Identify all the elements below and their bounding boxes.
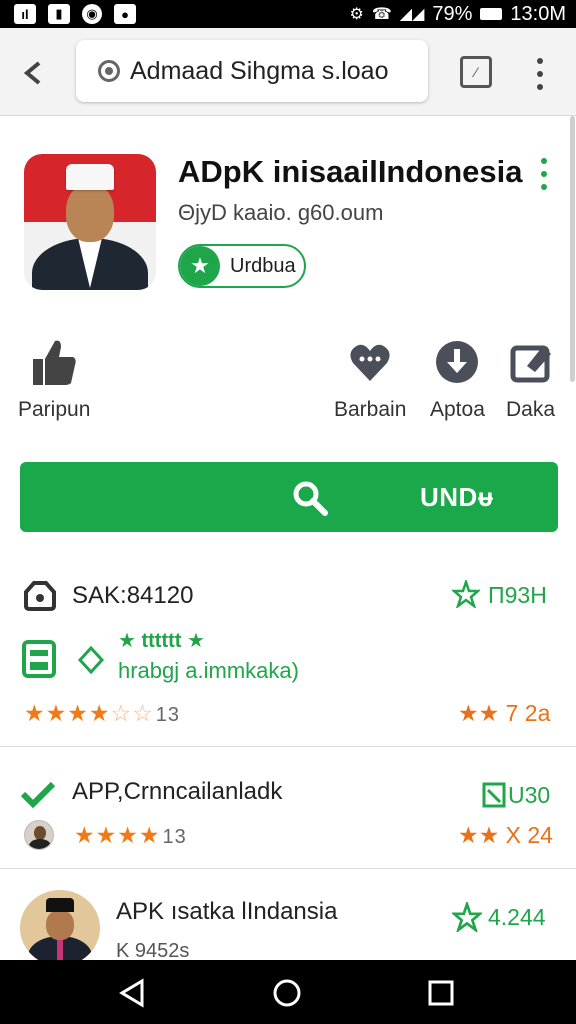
action-wishlist[interactable]: Barbain [334,334,406,422]
chart-icon: ıl [14,4,36,24]
action-download[interactable]: Aptoa [430,334,485,422]
rating-count: 13 [155,704,180,726]
action-share[interactable]: Daka [506,334,555,422]
editor-badge[interactable]: ★ Urdbua [178,244,306,288]
star-icon: ★ [180,246,220,286]
divider [0,746,576,747]
heart-chat-icon [347,334,393,390]
open-box-icon [482,782,506,808]
app-icon [24,154,156,290]
install-button-label: UNDᵾ [420,482,494,512]
action-like[interactable]: Paripun [18,334,90,422]
list-item-meta: U30 [508,782,551,808]
sync-icon: ◉ [82,4,102,24]
search-icon [293,481,328,516]
app-title: ADpK inisaailIndonesia [178,154,523,189]
system-nav-bar [0,960,576,1024]
divider [0,868,576,869]
recents-square-icon[interactable] [426,978,456,1008]
action-wishlist-label: Barbain [334,398,407,421]
chevron-left-icon [23,61,41,85]
app-developer: ΘjyD kaaio. g60.oum [178,200,384,225]
share-icon [509,334,553,390]
scrollbar[interactable] [570,116,575,382]
list-item-title: SAK:84120 [72,582,194,609]
app-store-icon [22,640,56,678]
shield-icon [24,581,56,611]
diamond-icon [78,646,104,674]
checkmark-icon [20,781,56,809]
star-outline-icon [452,902,482,932]
list-item-subtitle: hrabgj a.immkaka) [118,658,299,683]
list-item-rating-stars: ★ tttttt ★ [118,630,205,652]
avatar [24,820,54,850]
back-triangle-icon[interactable] [118,978,148,1008]
action-share-label: Daka [506,398,556,421]
status-bar: ıl ▮ ◉ ● ⚙ ☎ ◢◢ 79% 13:0M [0,0,576,28]
list-item-right-rating: ★★ X 24 [458,822,553,848]
avatar [20,890,100,966]
rating-stars: ★★★★☆☆ 13 [24,700,180,726]
action-like-label: Paripun [18,398,91,421]
back-button[interactable] [18,56,52,90]
install-button[interactable]: UNDᵾ [20,462,558,532]
badge-label: Urdbua [230,254,296,277]
android-icon: ● [114,4,136,24]
browser-menu-button[interactable] [530,54,550,94]
star-outline-icon [452,580,480,608]
app-more-button[interactable] [538,158,550,190]
url-text: Admaad Sihgma s.loao [130,56,389,85]
phone-screen: ıl ▮ ◉ ● ⚙ ☎ ◢◢ 79% 13:0M Admaad Sihgma … [0,0,576,1024]
list-item-title: APK ısatka lIndansia [116,898,338,925]
tabs-button[interactable]: ⁄ [460,56,492,88]
list-item-meta: Π93H [488,582,547,608]
download-icon [434,334,480,390]
address-bar[interactable]: Admaad Sihgma s.loao [76,40,428,102]
thumbs-up-icon [31,334,77,390]
action-download-label: Aptoa [430,398,485,421]
battery-percent: 79% [432,2,473,25]
rating-count: 13 [162,826,187,848]
alarm-icon: ☎ [371,6,392,23]
site-info-icon[interactable] [98,60,120,82]
signal-icon: ◢◢ [399,6,425,23]
vibrate-icon: ⚙ [349,6,364,23]
clock: 13:0M [510,2,566,25]
document-icon: ▮ [48,4,70,24]
home-circle-icon[interactable] [272,978,302,1008]
browser-toolbar: Admaad Sihgma s.loao ⁄ [0,28,576,116]
rating-stars: ★★★★ 13 [74,822,187,848]
list-item-meta: 4.244 [488,904,546,930]
list-item-title: APP,Crnncailanladk [72,778,283,805]
battery-icon [480,8,503,20]
list-item-right-rating: ★★ 7 2a [458,700,551,726]
